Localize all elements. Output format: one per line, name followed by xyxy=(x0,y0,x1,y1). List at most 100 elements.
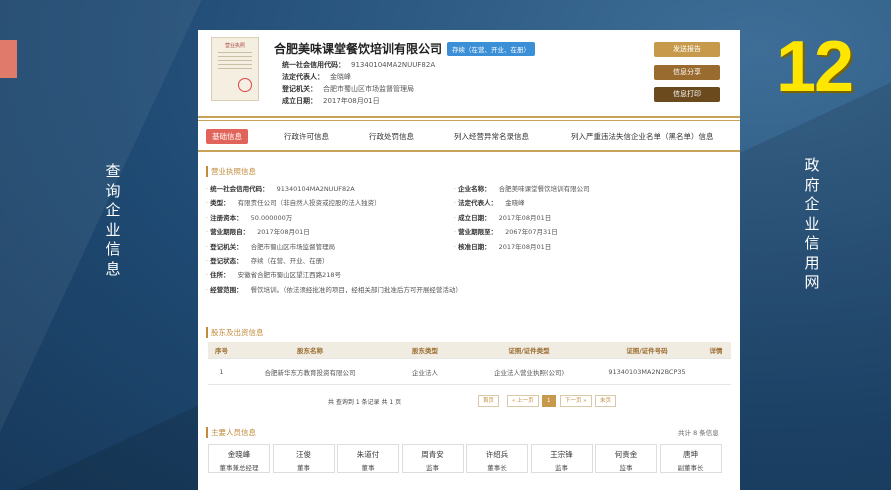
info-row: · 注册资本： 50.000000万 xyxy=(206,213,293,222)
pagination: 共 查询到 1 条记录 共 1 页 首页 « 上一页 1 下一页 » 末页 xyxy=(198,394,740,408)
info-label: 企业名称： xyxy=(458,185,491,193)
print-button[interactable]: 信息打印 xyxy=(654,87,720,102)
detail-link[interactable] xyxy=(701,359,731,384)
person-card[interactable]: 何贵金 监事 xyxy=(595,444,657,473)
person-role: 监事 xyxy=(555,464,568,472)
info-value: 2067年07月31日 xyxy=(505,228,558,237)
personnel-section-title: 主要人员信息 xyxy=(206,427,256,438)
tab-basic-info[interactable]: 基础信息 xyxy=(206,129,248,144)
pager-prev[interactable]: « 上一页 xyxy=(507,395,539,407)
accent-bar xyxy=(0,40,17,78)
table-cell: 1 xyxy=(219,367,224,376)
pager-current-page[interactable]: 1 xyxy=(542,395,556,407)
info-value: 2017年08月01日 xyxy=(498,242,552,251)
person-card[interactable]: 周青安 监事 xyxy=(401,444,464,473)
pager-last[interactable]: 末页 xyxy=(595,395,617,407)
header-reg-authority: 登记机关： 合肥市蜀山区市场监督管理局 xyxy=(282,85,414,93)
table-cell: 合肥新华东方教育投资有限公司 xyxy=(264,368,356,377)
info-label: 住所： xyxy=(210,271,230,280)
person-name: 王宗锋 xyxy=(550,450,573,459)
person-name: 金晓峰 xyxy=(227,450,251,459)
person-role: 董事 xyxy=(361,464,375,472)
pager-first[interactable]: 首页 xyxy=(478,395,500,407)
info-value: 合肥市蜀山区市场监督管理局 xyxy=(250,242,336,251)
license-section-title: 营业执照信息 xyxy=(206,166,256,177)
person-name: 汪俊 xyxy=(296,450,311,459)
info-row: · 营业期限自： 2017年08月01日 xyxy=(206,228,310,237)
info-label: 登记状态： xyxy=(210,257,243,265)
share-button[interactable]: 信息分享 xyxy=(654,65,720,80)
divider xyxy=(198,150,740,152)
shareholder-section-title: 股东及出资信息 xyxy=(206,327,264,338)
send-report-button[interactable]: 发送报告 xyxy=(654,42,720,57)
person-role: 监事 xyxy=(426,464,439,472)
person-card[interactable]: 许绍兵 董事长 xyxy=(466,444,528,473)
tab-blacklist[interactable]: 列入严重违法失信企业名单（黑名单）信息 xyxy=(571,131,714,142)
info-row: · 住所： 安徽省合肥市蜀山区望江西路218号 xyxy=(206,271,342,280)
info-label: 营业期限自： xyxy=(210,228,250,237)
tab-admin-license[interactable]: 行政许可信息 xyxy=(284,131,329,142)
table-cell: 企业法人营业执照(公司) xyxy=(493,368,565,377)
info-row: · 核准日期： 2017年08月01日 xyxy=(454,242,552,251)
info-row: · 登记机关： 合肥市蜀山区市场监督管理局 xyxy=(206,242,336,251)
info-value: 金晓峰 xyxy=(505,199,525,208)
info-label: 营业期限至： xyxy=(458,228,498,237)
info-row: · 营业期限至： 2067年07月31日 xyxy=(454,228,558,237)
header-founded: 成立日期： 2017年08月01日 xyxy=(282,97,380,105)
table-cell: 91340103MA2N2BCP35 xyxy=(608,367,686,376)
left-vertical-title: 查询企业信息 xyxy=(105,162,121,278)
screenshot-panel: 营业执照 合肥美味课堂餐饮培训有限公司 存续（在营、开业、在册） 统一社会信用代… xyxy=(198,30,740,490)
status-badge: 存续（在营、开业、在册） xyxy=(447,42,535,56)
header-credit-code: 统一社会信用代码： 91340104MA2NUUF82A xyxy=(282,61,436,69)
person-name: 许绍兵 xyxy=(485,450,509,459)
info-row: · 登记状态： 存续（在营、开业、在册） xyxy=(206,257,329,265)
person-name: 朱道付 xyxy=(356,450,380,459)
person-name: 何贵金 xyxy=(614,450,638,459)
seal-icon xyxy=(238,78,252,92)
person-card[interactable]: 朱道付 董事 xyxy=(337,444,399,473)
person-card[interactable]: 王宗锋 监事 xyxy=(530,444,593,473)
pager-next[interactable]: 下一页 » xyxy=(560,395,592,407)
table-cell: 企业法人 xyxy=(412,368,438,377)
col-header: 证照/证件类型 xyxy=(508,347,550,355)
info-value: 91340104MA2NUUF82A xyxy=(276,185,355,193)
person-card[interactable]: 金晓峰 董事兼总经理 xyxy=(208,444,270,473)
person-role: 副董事长 xyxy=(677,464,704,472)
company-name: 合肥美味课堂餐饮培训有限公司 xyxy=(274,42,443,56)
tab-admin-penalty[interactable]: 行政处罚信息 xyxy=(369,131,414,142)
info-label: 登记机关： xyxy=(210,242,243,251)
info-value: 2017年08月01日 xyxy=(498,213,552,222)
header-legal-rep: 法定代表人： 金晓峰 xyxy=(282,73,351,81)
tab-bar: 基础信息 行政许可信息 行政处罚信息 列入经营异常名录信息 列入严重违法失信企业… xyxy=(198,126,740,148)
col-header: 详情 xyxy=(709,347,723,355)
info-row: · 经营范围： 餐饮培训。（依法须经批准的项目，经相关部门批准后方可开展经营活动） xyxy=(206,285,462,294)
person-card[interactable]: 唐坤 副董事长 xyxy=(659,444,722,473)
table-row: 1 合肥新华东方教育投资有限公司 企业法人 企业法人营业执照(公司) 91340… xyxy=(208,359,731,385)
info-label: 类型： xyxy=(210,199,230,208)
divider xyxy=(198,116,740,118)
person-name: 周青安 xyxy=(421,450,444,459)
info-row: · 法定代表人： 金晓峰 xyxy=(454,199,525,208)
person-role: 董事 xyxy=(297,464,310,472)
personnel-count: 共计 8 条信息 xyxy=(678,429,719,437)
info-label: 法定代表人： xyxy=(458,199,498,208)
divider xyxy=(198,120,740,121)
table-header: 序号 股东名称 股东类型 证照/证件类型 证照/证件号码 详情 xyxy=(208,342,731,359)
info-value: 2017年08月01日 xyxy=(257,228,310,237)
info-value: 安徽省合肥市蜀山区望江西路218号 xyxy=(237,271,342,280)
info-label: 统一社会信用代码： xyxy=(210,185,269,193)
info-value: 有限责任公司（非自然人投资或控股的法人独资） xyxy=(237,199,381,208)
person-card[interactable]: 汪俊 董事 xyxy=(272,444,335,473)
info-label: 经营范围： xyxy=(210,285,243,294)
license-thumbnail-title: 营业执照 xyxy=(224,43,245,49)
col-header: 股东名称 xyxy=(297,347,323,355)
info-label: 核准日期： xyxy=(458,242,491,251)
company-header: 营业执照 合肥美味课堂餐饮培训有限公司 存续（在营、开业、在册） 统一社会信用代… xyxy=(198,30,740,112)
info-label: 注册资本： xyxy=(210,213,243,222)
tab-abnormal-list[interactable]: 列入经营异常名录信息 xyxy=(454,131,529,142)
info-value: 50.000000万 xyxy=(250,213,293,222)
license-thumbnail[interactable]: 营业执照 xyxy=(211,37,259,101)
person-role: 监事 xyxy=(619,464,633,472)
slide-number: 12 xyxy=(776,27,854,107)
info-label: 成立日期： xyxy=(458,213,491,222)
